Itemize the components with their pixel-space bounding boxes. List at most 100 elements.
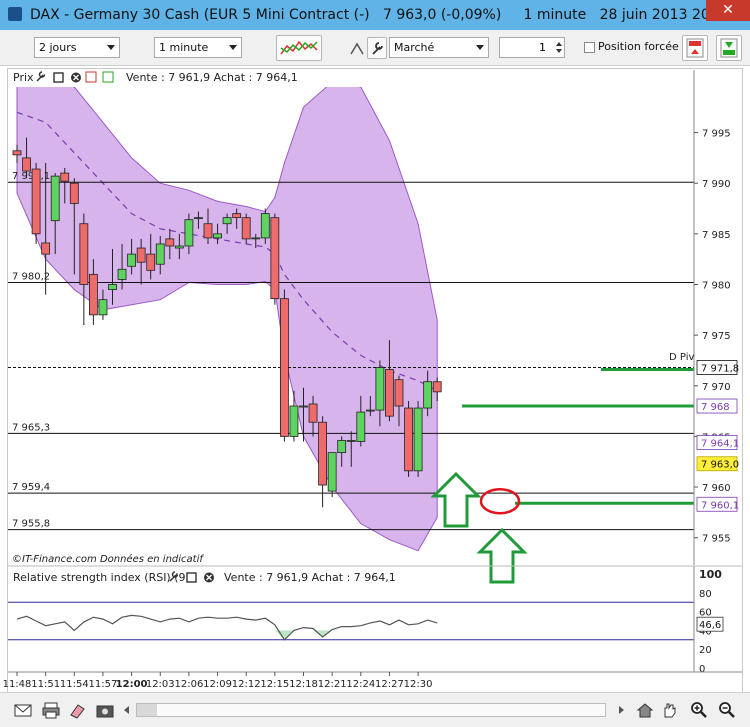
bottom-toolbar bbox=[0, 692, 750, 727]
candle-body bbox=[117, 268, 127, 280]
app-window: DAX - Germany 30 Cash (EUR 5 Mini Contra… bbox=[0, 0, 750, 727]
candle-body bbox=[184, 219, 194, 247]
time-axis-label: 11:51 bbox=[31, 679, 60, 690]
time-axis-label: 12:21 bbox=[318, 679, 347, 690]
maximize-icon[interactable] bbox=[53, 72, 64, 83]
candle-body bbox=[260, 213, 270, 239]
time-axis-label: 12:03 bbox=[146, 679, 175, 690]
home-icon[interactable] bbox=[636, 701, 654, 719]
candle-bear[interactable] bbox=[31, 162, 41, 244]
price-chart[interactable]: 7 990,1 7 980,2 7 965,3 7 959,4 7 955,8 Prix… bbox=[0, 0, 750, 727]
rsi-oversold-area bbox=[17, 630, 438, 640]
candle-body bbox=[365, 409, 375, 412]
candle-body bbox=[89, 273, 98, 316]
candle-body bbox=[79, 223, 89, 285]
candle-body bbox=[136, 247, 146, 263]
eraser-icon[interactable] bbox=[68, 701, 86, 719]
candle-bull[interactable] bbox=[413, 400, 423, 477]
candle-body bbox=[423, 381, 433, 409]
zoom-in-icon[interactable] bbox=[690, 701, 708, 719]
remove-icon[interactable] bbox=[204, 572, 214, 583]
candle-body bbox=[356, 411, 366, 442]
price-tag-text: 7 963,0 bbox=[701, 460, 739, 471]
level-label: 7 990,1 bbox=[12, 171, 50, 182]
candle-bear[interactable] bbox=[279, 289, 289, 442]
candle-body bbox=[108, 284, 117, 290]
level-label: 7 965,3 bbox=[12, 422, 50, 433]
zoom-out-icon[interactable] bbox=[718, 701, 736, 719]
rsi-tag-text: 46,6 bbox=[699, 620, 721, 631]
price-tag-pivot: 7 971,8 bbox=[696, 360, 739, 375]
price-tag-resistance: 7 968 bbox=[696, 398, 738, 414]
candle-bear[interactable] bbox=[270, 213, 280, 305]
time-axis-label: 12:12 bbox=[232, 679, 261, 690]
buy-icon[interactable] bbox=[102, 71, 114, 83]
candle-body bbox=[155, 243, 165, 265]
time-axis-label: 12:18 bbox=[289, 679, 318, 690]
mail-icon[interactable] bbox=[14, 701, 32, 719]
candle-body bbox=[146, 253, 156, 271]
candle-body bbox=[279, 298, 289, 437]
candle-body bbox=[299, 405, 308, 408]
price-tag-text: 7 968 bbox=[701, 402, 730, 413]
candle-body bbox=[41, 242, 51, 255]
candle-body bbox=[127, 253, 136, 267]
price-tag-text: 7 971,8 bbox=[701, 364, 739, 375]
time-axis-label: 12:06 bbox=[174, 679, 203, 690]
price-tag-text: 7 964,1 bbox=[701, 438, 739, 449]
candle-body bbox=[69, 182, 79, 204]
maximize-icon[interactable] bbox=[186, 572, 197, 583]
price-axis-label: 7 995 bbox=[702, 129, 731, 140]
hand-icon[interactable] bbox=[660, 701, 678, 719]
rsi-axis-label: 20 bbox=[699, 645, 712, 656]
price-tag-bid: 7 960,1 bbox=[696, 496, 739, 512]
rsi-line[interactable] bbox=[16, 614, 438, 641]
candle-bull[interactable] bbox=[327, 452, 337, 498]
price-axis-label: 7 970 bbox=[702, 382, 731, 393]
wrench-icon[interactable] bbox=[36, 71, 46, 82]
candle-bear[interactable] bbox=[318, 416, 328, 508]
scroll-left-icon[interactable] bbox=[118, 701, 136, 719]
candle-body bbox=[98, 299, 108, 316]
candle-body bbox=[251, 237, 261, 240]
candle-body bbox=[232, 213, 242, 219]
time-scrollbar[interactable] bbox=[136, 703, 606, 717]
rsi-header-quote: Vente : 7 961,9 Achat : 7 964,1 bbox=[224, 571, 396, 584]
price-axis-label: 7 990 bbox=[702, 179, 731, 190]
time-axis-label: 12:24 bbox=[346, 679, 375, 690]
up-arrow-annotation[interactable] bbox=[476, 527, 528, 584]
time-axis-label: 12:30 bbox=[404, 679, 433, 690]
sell-icon[interactable] bbox=[85, 71, 97, 83]
price-axis-label: 7 975 bbox=[702, 331, 731, 342]
candle-body bbox=[413, 407, 423, 472]
print-icon[interactable] bbox=[42, 701, 60, 719]
rsi-axis-label: 80 bbox=[699, 589, 712, 600]
copyright-text: ©IT-Finance.com Données en indicatif bbox=[12, 553, 204, 565]
time-axis-label: 12:09 bbox=[203, 679, 232, 690]
scrollbar-thumb[interactable] bbox=[137, 704, 157, 716]
candle-body bbox=[375, 367, 385, 411]
candle-body bbox=[165, 238, 175, 247]
candle-body bbox=[318, 421, 328, 486]
candle-body bbox=[22, 157, 31, 172]
candle-body bbox=[60, 172, 70, 182]
candle-bear[interactable] bbox=[79, 213, 89, 325]
up-arrow-annotation[interactable] bbox=[430, 471, 482, 528]
rsi-header-label: Relative strength index (RSI) (9) bbox=[13, 571, 190, 584]
price-axis-label: 7 985 bbox=[702, 230, 731, 241]
candle-body bbox=[337, 440, 347, 454]
camera-icon[interactable] bbox=[96, 701, 114, 719]
candle-body bbox=[394, 379, 404, 407]
candle-body bbox=[31, 168, 41, 235]
candle-body bbox=[346, 440, 356, 442]
price-tag-text: 7 960,1 bbox=[701, 500, 739, 511]
time-axis-label: 12:27 bbox=[375, 679, 404, 690]
scroll-right-icon[interactable] bbox=[612, 701, 630, 719]
time-axis-label: 11:54 bbox=[60, 679, 89, 690]
time-axis-label: 11:48 bbox=[3, 679, 32, 690]
remove-icon[interactable] bbox=[71, 72, 81, 83]
price-axis-label: 7 960 bbox=[702, 483, 731, 494]
candle-bear[interactable] bbox=[404, 400, 413, 477]
time-axis-label: 12:00 bbox=[116, 679, 148, 690]
candle-body bbox=[50, 175, 60, 222]
